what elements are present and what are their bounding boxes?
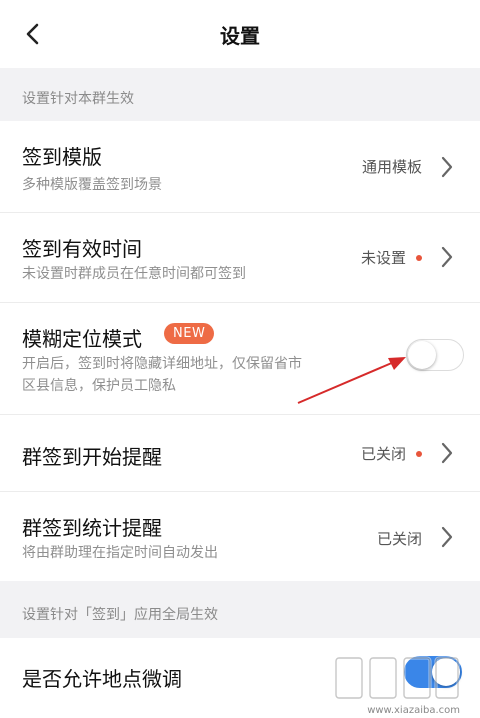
- chevron-right-icon: [441, 246, 453, 268]
- section-label-group: 设置针对本群生效: [22, 91, 134, 107]
- row-checkin-valid-time[interactable]: 签到有效时间 未设置时群成员在任意时间都可签到 未设置: [0, 213, 480, 303]
- row-value-text: 通用模板: [361, 158, 422, 176]
- section-label-global: 设置针对「签到」应用全局生效: [22, 607, 218, 623]
- watermark-url: www.xiazaiba.com: [367, 705, 460, 716]
- row-description: 多种模版覆盖签到场景: [22, 177, 162, 193]
- row-value: 已关闭: [377, 528, 422, 549]
- row-value-text: 已关闭: [360, 445, 406, 463]
- row-description-line1: 开启后，签到时将隐藏详细地址，仅保留省市: [22, 356, 302, 372]
- row-description: 将由群助理在指定时间自动发出: [22, 545, 218, 561]
- row-value: 通用模板: [362, 156, 422, 177]
- page-title: 设置: [220, 24, 260, 48]
- chevron-right-icon: [441, 442, 453, 464]
- row-title: 签到有效时间: [22, 237, 142, 261]
- watermark-logo: [334, 656, 460, 700]
- new-badge: NEW: [164, 323, 215, 344]
- row-value-text: 已关闭: [376, 530, 422, 548]
- row-title: 是否允许地点微调: [22, 667, 182, 691]
- unread-dot: [416, 254, 422, 261]
- row-value: 未设置: [361, 247, 422, 268]
- row-title: 群签到开始提醒: [22, 445, 162, 469]
- fuzzy-location-toggle[interactable]: [406, 339, 464, 371]
- navigation-bar: 设置: [0, 0, 480, 68]
- row-description-line2: 区县信息，保护员工隐私: [22, 378, 176, 394]
- row-checkin-stats-reminder[interactable]: 群签到统计提醒 将由群助理在指定时间自动发出 已关闭: [0, 492, 480, 581]
- row-description: 未设置时群成员在任意时间都可签到: [22, 266, 246, 282]
- row-fuzzy-location-mode: 模糊定位模式 NEW 开启后，签到时将隐藏详细地址，仅保留省市 区县信息，保护员…: [0, 303, 480, 415]
- chevron-right-icon: [441, 526, 453, 548]
- row-value-text: 未设置: [360, 249, 406, 267]
- row-title: 模糊定位模式: [22, 327, 142, 351]
- row-checkin-start-reminder[interactable]: 群签到开始提醒 已关闭: [0, 415, 480, 492]
- row-value: 已关闭: [361, 443, 422, 464]
- unread-dot: [416, 450, 422, 457]
- row-title: 群签到统计提醒: [22, 516, 162, 540]
- toggle-knob: [408, 341, 436, 369]
- row-title: 签到模版: [22, 145, 102, 169]
- row-checkin-template[interactable]: 签到模版 多种模版覆盖签到场景 通用模板: [0, 121, 480, 213]
- chevron-right-icon: [441, 156, 453, 178]
- settings-page: 设置 设置针对本群生效 签到模版 多种模版覆盖签到场景 通用模板 签到有效时间 …: [0, 0, 480, 718]
